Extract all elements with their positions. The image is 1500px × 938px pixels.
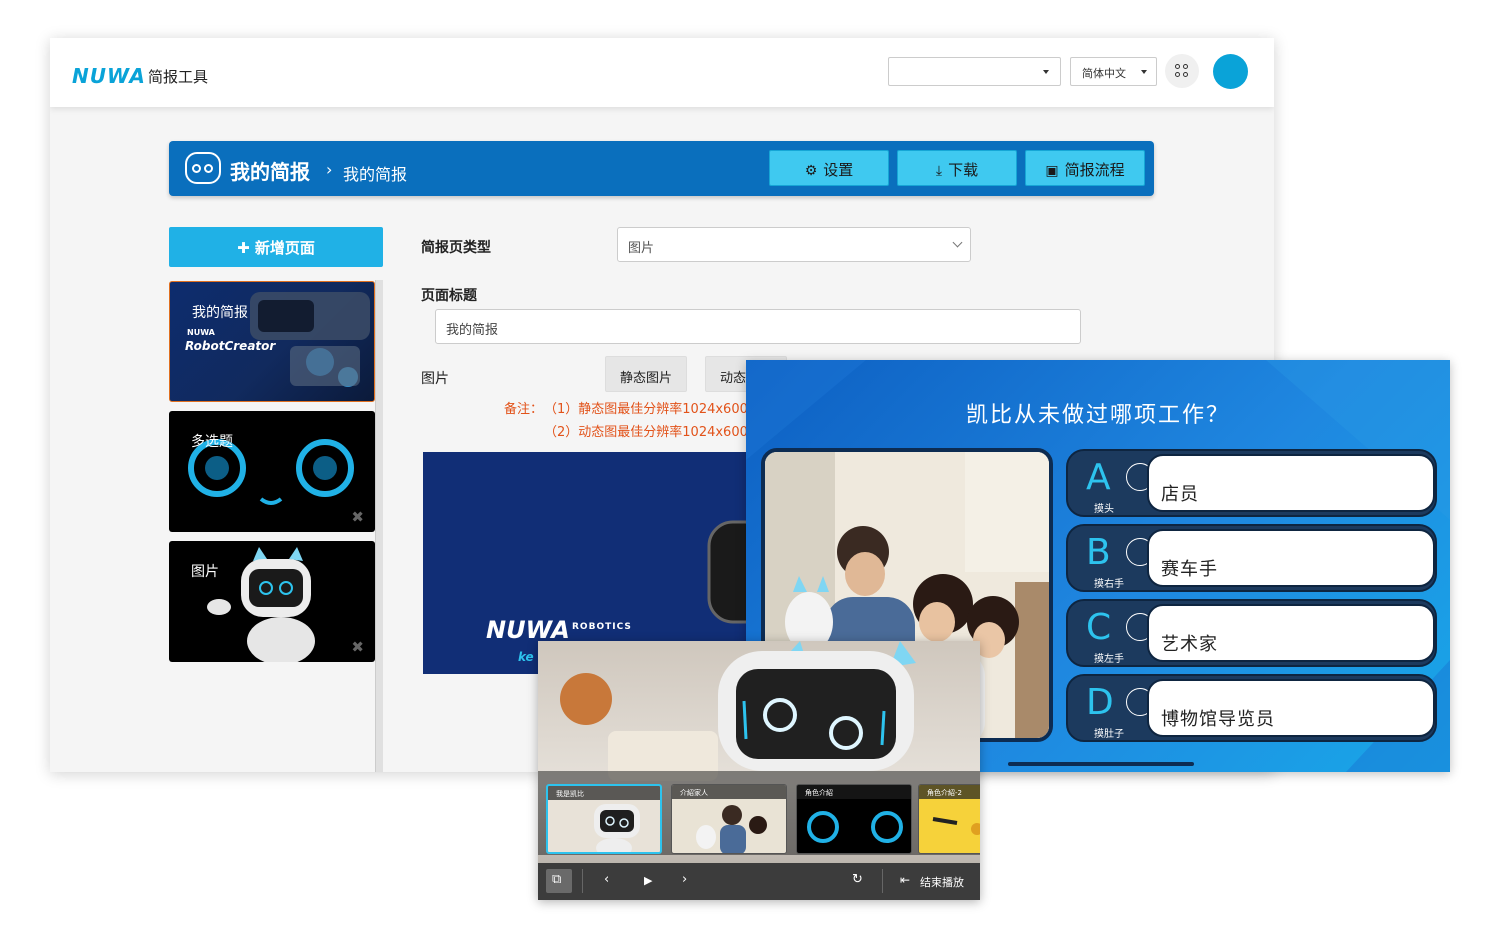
avatar[interactable] bbox=[1213, 54, 1248, 89]
chevron-down-icon bbox=[1043, 70, 1049, 74]
nuwa-logo[interactable]: NUWA bbox=[72, 64, 146, 88]
slide-caption: 角色介紹-2 bbox=[919, 785, 980, 799]
preview-sub-text: ROBOTICS bbox=[572, 622, 632, 632]
page-thumb-label: 我的简报 bbox=[192, 305, 248, 321]
preview-brand-text: NUWA bbox=[486, 616, 570, 644]
chevron-down-icon bbox=[1141, 70, 1147, 74]
settings-button[interactable]: ⚙ 设置 bbox=[769, 150, 889, 186]
page-type-value: 图片 bbox=[628, 241, 655, 256]
add-page-button[interactable]: ✚ 新增页面 bbox=[169, 227, 383, 267]
option-answer: 博物馆导览员 bbox=[1147, 679, 1435, 737]
language-value: 简体中文 bbox=[1082, 67, 1126, 80]
sidebar-scrollbar[interactable] bbox=[375, 280, 383, 772]
page-thumb-1[interactable]: 我的简报 NUWA RobotCreator bbox=[169, 281, 375, 402]
slide-thumb-3[interactable]: 角色介紹 bbox=[796, 784, 912, 854]
play-icon[interactable]: ▶ bbox=[644, 874, 652, 887]
slideshow-player: 我是凯比 介紹家人 角色介紹 角色介紹-2 ⧉ ‹ ▶ › ↻ ⇤ 结束播放 bbox=[538, 641, 980, 900]
refresh-icon[interactable]: ↻ bbox=[852, 872, 863, 887]
note-line-1: （1）静态图最佳分辨率1024x600 bbox=[544, 402, 748, 417]
slide-thumbnail-strip: 我是凯比 介紹家人 角色介紹 角色介紹-2 bbox=[538, 771, 980, 855]
kebbi-robot-image bbox=[207, 547, 315, 662]
download-icon: ⤓ bbox=[935, 163, 943, 179]
option-gesture: 摸头 bbox=[1094, 504, 1114, 515]
page-header-banner: 我的简报 › 我的简报 ⚙ 设置 ⤓ 下载 ▣ 简报流程 bbox=[169, 141, 1154, 196]
static-image-button[interactable]: 静态图片 bbox=[605, 356, 687, 392]
end-playback-button[interactable]: 结束播放 bbox=[920, 874, 964, 890]
chevron-down-icon bbox=[952, 237, 963, 248]
slide-thumb-1[interactable]: 我是凯比 bbox=[546, 784, 662, 854]
thumb-product-text: RobotCreator bbox=[185, 339, 276, 353]
robot-eyes-image bbox=[188, 439, 354, 505]
option-answer: 店员 bbox=[1147, 454, 1435, 512]
page-title-input-value: 我的简报 bbox=[446, 323, 499, 338]
page-thumb-3[interactable]: 图片 ✖ bbox=[169, 541, 375, 662]
type-label: 简报页类型 bbox=[421, 240, 491, 256]
option-answer: 赛车手 bbox=[1147, 529, 1435, 587]
quiz-option-b[interactable]: B 摸右手 赛车手 bbox=[1066, 524, 1437, 592]
option-gesture: 摸肚子 bbox=[1094, 729, 1124, 740]
previous-icon[interactable]: ‹ bbox=[604, 872, 609, 887]
project-select[interactable] bbox=[888, 57, 1061, 86]
option-letter: C bbox=[1086, 607, 1112, 648]
slide-thumb-4[interactable]: 角色介紹-2 bbox=[918, 784, 980, 854]
delete-icon[interactable]: ✖ bbox=[351, 508, 364, 526]
note-line-2: （2）动态图最佳分辨率1024x600 bbox=[544, 425, 748, 440]
quiz-option-c[interactable]: C 摸左手 艺术家 bbox=[1066, 599, 1437, 667]
image-icon: ▣ bbox=[1045, 163, 1059, 179]
delete-icon[interactable]: ✖ bbox=[351, 638, 364, 656]
option-letter: B bbox=[1086, 532, 1111, 573]
option-answer: 艺术家 bbox=[1147, 604, 1435, 662]
slide-caption: 角色介紹 bbox=[797, 785, 911, 799]
quiz-option-d[interactable]: D 摸肚子 博物馆导览员 bbox=[1066, 674, 1437, 742]
player-control-bar: ⧉ ‹ ▶ › ↻ ⇤ 结束播放 bbox=[538, 863, 980, 900]
page-thumb-label: 多选题 bbox=[191, 434, 233, 450]
image-label: 图片 bbox=[421, 371, 449, 387]
top-navbar: NUWA 简报工具 简体中文 bbox=[50, 38, 1274, 107]
slide-caption: 我是凯比 bbox=[548, 786, 660, 800]
thumb-brand-text: NUWA bbox=[187, 328, 215, 337]
gear-icon: ⚙ bbox=[804, 163, 818, 179]
robot-face-icon bbox=[185, 152, 221, 184]
option-letter: A bbox=[1086, 457, 1111, 498]
flow-button[interactable]: ▣ 简报流程 bbox=[1025, 150, 1145, 186]
window-restore-icon: ⧉ bbox=[552, 872, 562, 887]
next-icon[interactable]: › bbox=[682, 872, 687, 887]
title-label: 页面标题 bbox=[421, 288, 477, 304]
exit-icon[interactable]: ⇤ bbox=[900, 873, 910, 887]
app-title: 简报工具 bbox=[148, 68, 209, 86]
download-button[interactable]: ⤓ 下载 bbox=[897, 150, 1017, 186]
preview-tail-text: ke bbox=[518, 650, 534, 664]
breadcrumb[interactable]: 我的简报 bbox=[343, 161, 407, 185]
option-gesture: 摸右手 bbox=[1094, 579, 1124, 590]
page-title-input[interactable]: 我的简报 bbox=[435, 309, 1081, 344]
slide-thumb-2[interactable]: 介紹家人 bbox=[671, 784, 787, 854]
option-gesture: 摸左手 bbox=[1094, 654, 1124, 665]
language-select[interactable]: 简体中文 bbox=[1070, 57, 1157, 86]
slide-caption: 介紹家人 bbox=[672, 785, 786, 799]
page-title: 我的简报 bbox=[230, 160, 310, 184]
page-thumb-label: 图片 bbox=[191, 564, 219, 580]
window-mode-button[interactable]: ⧉ bbox=[546, 869, 572, 893]
breadcrumb-separator: › bbox=[326, 160, 333, 179]
quiz-option-a[interactable]: A 摸头 店员 bbox=[1066, 449, 1437, 517]
page-thumb-2[interactable]: 多选题 ✖ bbox=[169, 411, 375, 532]
plus-icon: ✚ bbox=[237, 239, 255, 257]
quiz-question: 凯比从未做过哪项工作？ bbox=[965, 403, 1230, 428]
page-type-select[interactable]: 图片 bbox=[617, 227, 971, 262]
apps-grid-button[interactable] bbox=[1165, 54, 1199, 88]
option-letter: D bbox=[1086, 682, 1114, 723]
divider bbox=[582, 869, 583, 893]
divider bbox=[882, 869, 883, 893]
quiz-progress-bar bbox=[1008, 762, 1194, 766]
note-prefix: 备注： bbox=[504, 402, 544, 417]
